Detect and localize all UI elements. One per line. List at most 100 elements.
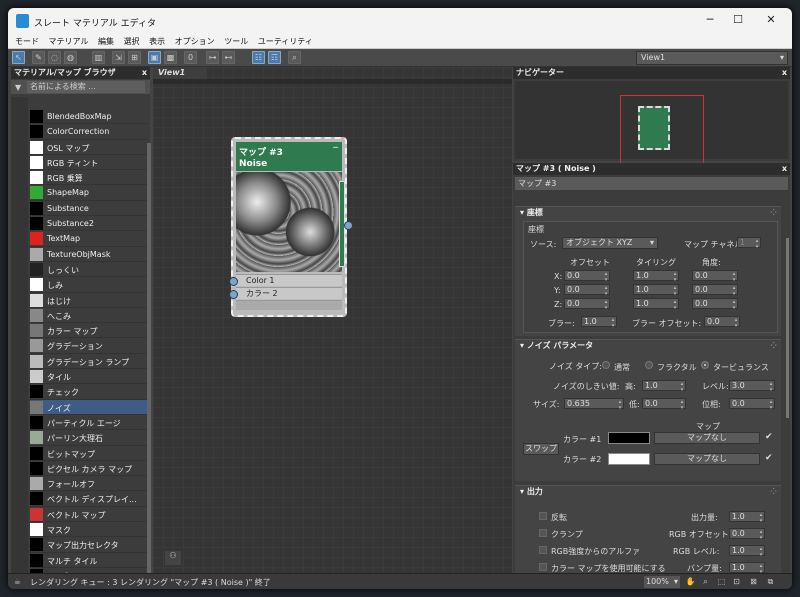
navigator-view-frame[interactable] [620,95,704,165]
pan-hand-icon[interactable]: ✋ [685,576,696,587]
map-list-item[interactable]: グラデーション ランプ [30,353,148,370]
map-list-item[interactable]: Substance2 [30,216,148,232]
tiling-x[interactable]: 1.0 [633,270,679,283]
layout-all-icon[interactable]: ⊶ [206,51,219,64]
map-list-item[interactable]: タイル [30,369,148,385]
search-node-icon[interactable]: ⌕ [288,51,301,64]
map-list-item[interactable]: BlendedBoxMap [30,109,148,125]
menu-tools[interactable]: ツール [224,35,248,49]
angle-z[interactable]: 0.0 [692,298,738,311]
map-list-item[interactable]: グラデーション [30,338,148,354]
parameter-scrollbar[interactable] [786,238,789,418]
zoom-region-icon[interactable]: ⬚ [716,576,727,587]
browser-close-icon[interactable]: x [142,67,147,79]
size-spinner[interactable]: 0.635 [564,398,624,411]
layout-children-icon[interactable]: ⊷ [222,51,235,64]
map-list-item[interactable]: ピクセル カメラ マップ [30,460,148,477]
map-list-item[interactable]: はじけ [30,292,148,308]
pin-icon[interactable]: ⁘ [770,486,777,498]
pick-material-icon[interactable]: ◌ [48,51,61,64]
menu-options[interactable]: オプション [175,35,215,49]
port-color2-socket[interactable] [229,290,238,299]
color2-swatch[interactable] [608,453,650,465]
param-close-icon[interactable]: x [782,163,787,175]
high-spinner[interactable]: 1.0 [642,380,686,393]
source-dropdown[interactable]: オブジェクト XYZ ▾ [562,237,658,249]
pin-icon[interactable]: ⁘ [770,340,777,352]
noise-type-fractal-radio[interactable] [645,361,653,369]
levels-spinner[interactable]: 3.0 [729,380,775,393]
clamp-checkbox[interactable] [539,529,547,537]
map-list-item[interactable]: フォールオフ [30,476,148,492]
color1-swatch[interactable] [608,432,650,444]
phase-spinner[interactable]: 0.0 [729,398,775,411]
angle-y[interactable]: 0.0 [692,284,738,297]
map-list-item[interactable]: ShapeMap [30,185,148,201]
material-editor-icon[interactable]: ☷ [252,51,265,64]
pan-to-selected-icon[interactable]: ⧉ [765,576,776,587]
swap-button[interactable]: スワップ [523,443,559,455]
output-socket[interactable] [344,221,353,230]
color1-map-checkbox[interactable]: ✔ [765,432,773,442]
node-collapse-icon[interactable]: ─ [333,143,338,152]
port-color1-socket[interactable] [229,277,238,286]
options-triangle-icon[interactable]: ▼ [15,83,21,92]
map-list-item[interactable]: しっくい [30,261,148,278]
map-list-item[interactable]: ColorCorrection [30,124,148,140]
offset-z[interactable]: 0.0 [564,298,610,311]
minimize-button[interactable]: ─ [700,13,720,29]
invert-checkbox[interactable] [539,512,547,520]
map-list-item[interactable]: TextureObjMask [30,246,148,262]
pin-icon[interactable]: ⁘ [770,207,777,219]
zoom-dropdown[interactable]: 100% ▾ [644,576,680,588]
menu-material[interactable]: マテリアル [49,35,89,49]
map-list-item[interactable]: ビットマップ [30,445,148,461]
blur-offset-spinner[interactable]: 0.0 [704,316,740,329]
view-select-dropdown[interactable]: View1 ▾ [636,51,788,65]
output-amount-spinner[interactable]: 1.0 [729,511,765,524]
navigator-area[interactable] [515,81,788,165]
angle-x[interactable]: 0.0 [692,270,738,283]
browser-scrollbar[interactable] [147,143,151,583]
map-list-item[interactable]: パーティクル エージ [30,414,148,431]
color2-map-button[interactable]: マップなし [654,453,760,465]
map-list-item[interactable]: TextMap [30,231,148,247]
map-list-item[interactable]: ベクトル マップ [30,506,148,523]
tiling-z[interactable]: 1.0 [633,298,679,311]
coordinates-rollout-header[interactable]: ▾ 座標 ⁘ [515,207,781,219]
noise-type-turbulence-radio[interactable] [701,361,709,369]
map-list-item[interactable]: マップ出力セレクタ [30,537,148,553]
offset-x[interactable]: 0.0 [564,270,610,283]
offset-y[interactable]: 0.0 [564,284,610,297]
map-list-item[interactable]: Substance [30,200,148,217]
noise-map-node[interactable]: マップ #3 Noise ─ Color 1 カラー 2 [229,137,353,317]
menu-view[interactable]: 表示 [149,35,165,49]
alpha-from-rgb-checkbox[interactable] [539,546,547,554]
color2-map-checkbox[interactable]: ✔ [765,453,773,463]
zoom-icon[interactable]: ⌕ [700,576,711,587]
maximize-button[interactable]: ☐ [728,13,748,29]
rgb-level-spinner[interactable]: 1.0 [729,545,765,558]
zoom-extents-selected-icon[interactable]: ⊠ [748,576,759,587]
map-list-item[interactable]: パーリン大理石 [30,430,148,446]
menu-utilities[interactable]: ユーティリティ [258,35,313,49]
map-list-item[interactable]: ベクトル ディスプレイ... [30,491,148,507]
output-rollout-header[interactable]: ▾ 出力 ⁘ [515,486,781,498]
browser-search-input[interactable]: 名前による検索 ... [27,81,145,93]
map-list-item[interactable]: へこみ [30,307,148,324]
navigator-close-icon[interactable]: x [782,67,787,79]
tiling-y[interactable]: 1.0 [633,284,679,297]
map-list-item[interactable]: マスク [30,522,148,538]
map-name-field[interactable]: マップ #3 [515,177,788,190]
select-tool-icon[interactable]: ↖ [12,51,25,64]
delete-icon[interactable]: ▥ [92,51,105,64]
material-id-icon[interactable]: 0 [184,51,197,64]
rgb-offset-spinner[interactable]: 0.0 [729,528,765,541]
close-button[interactable]: ✕ [761,13,781,29]
map-list-item[interactable]: しみ [30,277,148,293]
map-list-item[interactable]: マルチ タイル [30,552,148,568]
menu-edit[interactable]: 編集 [98,35,114,49]
bump-amount-spinner[interactable]: 1.0 [729,562,765,575]
navigate-binoculars-icon[interactable]: ⚇ [165,551,181,565]
parameter-editor-icon[interactable]: ☶ [268,51,281,64]
